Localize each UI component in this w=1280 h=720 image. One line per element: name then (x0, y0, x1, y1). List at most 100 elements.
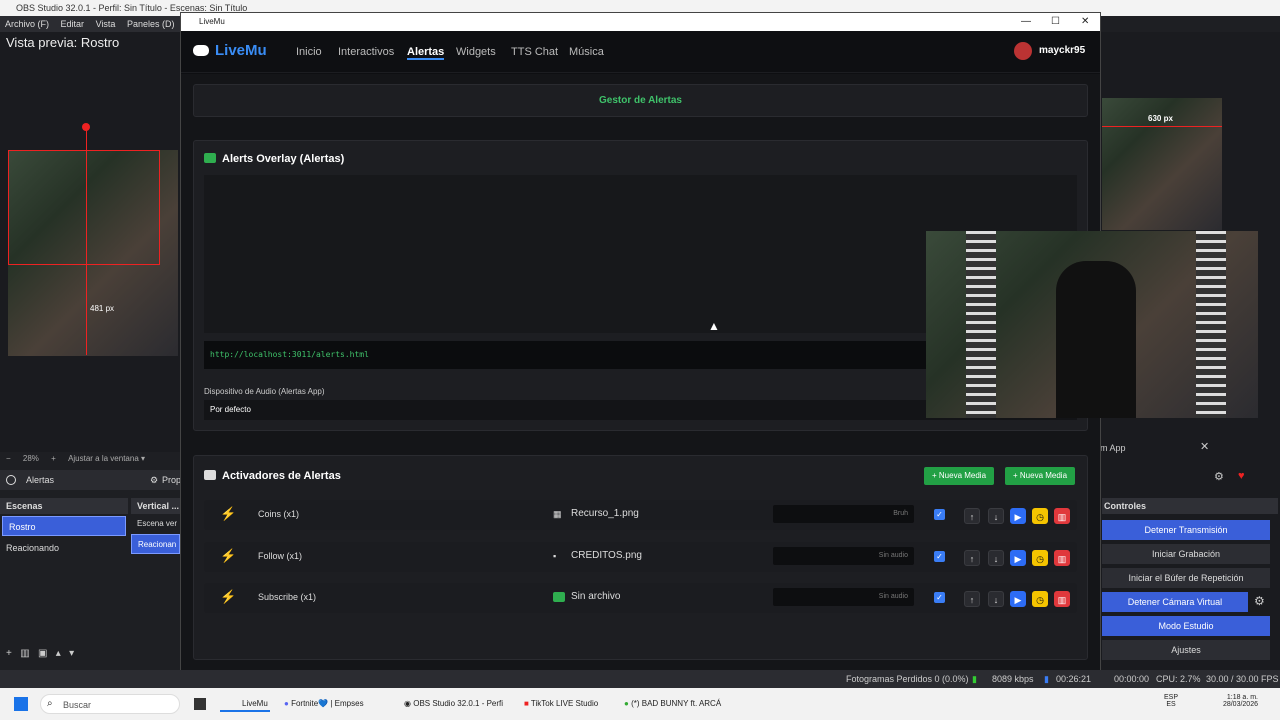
trigger-audio[interactable]: Sin audio (773, 547, 914, 565)
taskbar-discord[interactable]: ● Fortnite💙 | Empses (284, 696, 364, 712)
props-label[interactable]: Prop (162, 470, 181, 490)
arrow-up-icon[interactable]: ↑ (964, 508, 980, 524)
clock-icon[interactable]: ◷ (1032, 508, 1048, 524)
image-icon: ▪ (553, 551, 557, 561)
app-label: m App (1100, 443, 1126, 453)
arrow-down-icon[interactable]: ↓ (988, 591, 1004, 607)
enabled-checkbox[interactable]: ✓ (934, 551, 945, 562)
settings-button[interactable]: Ajustes (1102, 640, 1270, 660)
up-icon[interactable]: ▴ (56, 648, 61, 659)
taskbar-obs[interactable]: ◉ OBS Studio 32.0.1 - Perfi (404, 696, 503, 712)
zoom-minus[interactable]: − (6, 454, 11, 463)
vertical-scene-2[interactable]: Reacionan (131, 534, 180, 554)
language[interactable]: ESP ES (1164, 694, 1178, 708)
arrow-down-icon[interactable]: ↓ (988, 550, 1004, 566)
taskbar-tiktok[interactable]: ■ TikTok LIVE Studio (524, 696, 598, 712)
menu-vista[interactable]: Vista (96, 19, 116, 29)
gear-icon[interactable]: ⚙ (1254, 594, 1265, 608)
trash-icon[interactable]: ▥ (1054, 508, 1070, 524)
scene-reacionando[interactable]: Reacionando (0, 538, 128, 558)
webcam-overlay (926, 231, 1258, 418)
heart-icon[interactable]: ♥ (1238, 470, 1245, 482)
person (1056, 261, 1136, 418)
selection-box[interactable] (8, 150, 160, 265)
fit-label[interactable]: Ajustar a la ventana (68, 454, 139, 463)
close-icon[interactable]: ✕ (1081, 13, 1089, 31)
preview-label: Vista previa: Rostro (6, 35, 120, 50)
nav-interactivos[interactable]: Interactivos (338, 44, 394, 60)
gear-icon[interactable]: ⚙ (150, 470, 158, 490)
trigger-row[interactable]: ⚡ Subscribe (x1) Sin archivo Sin audio ✓… (204, 583, 1077, 613)
nav-alertas[interactable]: Alertas (407, 44, 445, 60)
enabled-checkbox[interactable]: ✓ (934, 592, 945, 603)
trash-icon[interactable]: ▥ (1054, 591, 1070, 607)
trigger-audio[interactable]: Bruh (773, 505, 914, 523)
username[interactable]: mayckr95 (1039, 45, 1085, 56)
rec-time: 00:00:00 (1114, 674, 1150, 684)
play-icon[interactable]: ▶ (1010, 550, 1026, 566)
down-icon[interactable]: ▾ (69, 648, 74, 659)
zoom-plus[interactable]: + (51, 454, 56, 463)
menu-paneles[interactable]: Paneles (D) (127, 19, 175, 29)
filter-icon[interactable]: ▣ (38, 648, 47, 659)
menu-editar[interactable]: Editar (61, 19, 85, 29)
trigger-file[interactable]: ▦ Recurso_1.png (549, 505, 761, 523)
scene-rostro[interactable]: Rostro (2, 516, 126, 536)
trigger-row[interactable]: ⚡ Coins (x1) ▦ Recurso_1.png Bruh ✓ ↑ ↓ ▶… (204, 500, 1077, 530)
start-recording-button[interactable]: Iniciar Grabación (1102, 544, 1270, 564)
trigger-label: Follow (x1) (258, 551, 303, 561)
nav-tts-chat[interactable]: TTS Chat (511, 44, 558, 60)
trigger-audio[interactable]: Sin audio (773, 588, 914, 606)
nav-inicio[interactable]: Inicio (296, 44, 322, 60)
overlay-title: Alerts Overlay (Alertas) (222, 153, 345, 165)
close-icon[interactable]: ✕ (1200, 440, 1209, 453)
search-box[interactable]: ⌕ Buscar (40, 694, 180, 714)
menu-archivo[interactable]: Archivo (F) (5, 19, 49, 29)
studio-mode-button[interactable]: Modo Estudio (1102, 616, 1270, 636)
taskbar-livemu[interactable]: LiveMu (220, 696, 270, 712)
size-label: 481 px (90, 304, 115, 313)
bolt-icon: ⚡ (220, 548, 237, 563)
new-media-button-1[interactable]: + Nueva Media (924, 467, 995, 485)
clock[interactable]: 1:18 a. m. 28/03/2026 (1206, 694, 1258, 708)
play-icon[interactable]: ▶ (1010, 591, 1026, 607)
minimize-icon[interactable]: — (1021, 13, 1031, 31)
trigger-file[interactable]: Sin archivo (549, 588, 761, 606)
gear-icon[interactable]: ⚙ (1214, 470, 1224, 483)
overlay-icon (204, 153, 216, 163)
maximize-icon[interactable]: ☐ (1051, 13, 1060, 31)
stop-stream-button[interactable]: Detener Transmisión (1102, 520, 1270, 540)
stop-virtual-camera-button[interactable]: Detener Cámara Virtual (1102, 592, 1248, 612)
trigger-label: Subscribe (x1) (258, 592, 317, 602)
new-media-button-2[interactable]: + Nueva Media (1005, 467, 1076, 485)
taskbar-label: (*) BAD BUNNY ft. ARCÁ (631, 699, 722, 708)
avatar[interactable] (1014, 42, 1032, 60)
arrow-down-icon[interactable]: ↓ (988, 508, 1004, 524)
tiktok-icon: ■ (524, 699, 529, 708)
windows-start-icon[interactable] (14, 697, 28, 711)
file-explorer-icon[interactable] (194, 698, 206, 710)
clock-icon[interactable]: ◷ (1032, 591, 1048, 607)
trigger-file[interactable]: ▪ CREDITOS.png (549, 547, 761, 565)
taskbar: ⌕ Buscar LiveMu ● Fortnite💙 | Empses ◉ O… (0, 688, 1280, 720)
scenes-dock: Escenas Rostro Reacionando + ▥ ▣ ▴ ▾ (0, 498, 128, 668)
trigger-row[interactable]: ⚡ Follow (x1) ▪ CREDITOS.png Sin audio ✓ … (204, 542, 1077, 572)
preview-camera-source[interactable]: 481 px (8, 123, 178, 356)
clock-icon[interactable]: ◷ (1032, 550, 1048, 566)
enabled-checkbox[interactable]: ✓ (934, 509, 945, 520)
nav-widgets[interactable]: Widgets (456, 44, 496, 60)
bitrate: 8089 kbps (992, 674, 1034, 684)
arrow-up-icon[interactable]: ↑ (964, 550, 980, 566)
taskbar-chrome[interactable]: ● (*) BAD BUNNY ft. ARCÁ (624, 696, 721, 712)
add-icon[interactable]: + (6, 648, 12, 659)
nav-musica[interactable]: Música (569, 44, 604, 60)
trash-icon[interactable]: ▥ (20, 648, 29, 659)
vertical-scene-1[interactable]: Escena ver (131, 514, 180, 534)
rotate-handle[interactable] (82, 123, 90, 131)
play-icon[interactable]: ▶ (1010, 508, 1026, 524)
arrow-up-icon[interactable]: ↑ (964, 591, 980, 607)
replay-buffer-button[interactable]: Iniciar el Búfer de Repetición (1102, 568, 1270, 588)
trash-icon[interactable]: ▥ (1054, 550, 1070, 566)
brand-logo[interactable]: LiveMu (215, 42, 267, 59)
chevron-down-icon[interactable]: ▾ (141, 454, 145, 463)
